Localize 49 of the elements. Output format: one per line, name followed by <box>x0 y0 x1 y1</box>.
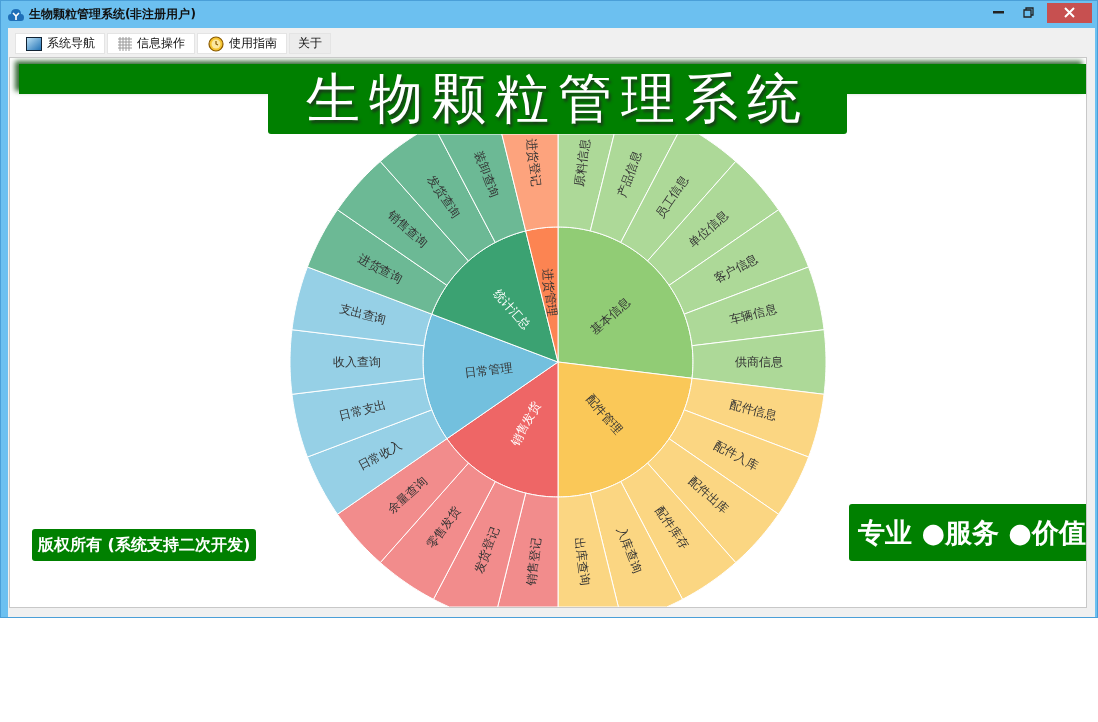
minimize-icon <box>992 11 1004 15</box>
segment-label: 进货查询 <box>355 251 405 286</box>
segment-label: 日常支出 <box>337 397 388 423</box>
menu-item[interactable]: 信息操作 <box>107 33 195 54</box>
sunburst-segment[interactable] <box>336 160 469 286</box>
segment-label: 基本信息 <box>587 294 633 337</box>
sunburst-segment[interactable] <box>446 361 559 498</box>
sunburst-segment[interactable] <box>431 230 559 363</box>
copyright-badge: 版权所有 (系统支持二次开发) <box>32 529 257 561</box>
window-title: 生物颗粒管理系统(非注册用户) <box>29 6 196 24</box>
segment-label: 配件入库 <box>711 438 761 473</box>
segment-label: 装卸查询 <box>471 149 502 199</box>
sunburst-segment[interactable] <box>501 133 559 232</box>
sunburst-segment[interactable] <box>647 160 780 286</box>
banner-title: 生物颗粒管理系统 <box>268 64 847 134</box>
close-button[interactable] <box>1047 2 1092 23</box>
segment-label: 配件管理 <box>583 391 626 437</box>
sunburst-segment[interactable] <box>691 329 827 395</box>
sunburst-segment[interactable] <box>647 438 780 564</box>
segment-label: 配件信息 <box>728 397 779 423</box>
segment-label: 供商信息 <box>735 355 783 369</box>
sunburst-segment[interactable] <box>289 329 425 395</box>
sunburst-segment[interactable] <box>336 438 469 564</box>
segment-label: 客户信息 <box>711 251 761 286</box>
clock-icon <box>208 35 224 52</box>
menu-item[interactable]: 使用指南 <box>197 33 287 54</box>
segment-label: 日常管理 <box>463 360 514 381</box>
restore-icon <box>1022 7 1034 19</box>
segment-label: 日常收入 <box>355 438 405 473</box>
slogan-badge: 专业 ●服务 ●价值 <box>849 504 1086 561</box>
segment-label: 发货登记 <box>471 525 502 575</box>
close-icon <box>1064 7 1075 19</box>
segment-label: 入库查询 <box>614 525 645 575</box>
segment-label: 进货登记 <box>523 137 544 188</box>
segment-label: 销售登记 <box>523 536 544 587</box>
monitor-icon <box>26 36 42 51</box>
segment-label: 进货管理 <box>539 267 560 318</box>
menu-item[interactable]: 关于 <box>289 33 331 54</box>
app-logo-icon <box>8 7 24 22</box>
segment-label: 车辆信息 <box>728 301 779 327</box>
segment-label: 产品信息 <box>614 149 645 199</box>
segment-label: 原料信息 <box>572 137 593 188</box>
grid-icon <box>118 36 132 51</box>
menu-item[interactable]: 系统导航 <box>15 33 105 54</box>
segment-label: 收入查询 <box>333 355 381 369</box>
segment-label: 统计汇总 <box>490 287 533 333</box>
segment-label: 出库查询 <box>572 536 593 587</box>
segment-label: 支出查询 <box>337 301 388 327</box>
segment-label: 销售发货 <box>508 399 543 449</box>
